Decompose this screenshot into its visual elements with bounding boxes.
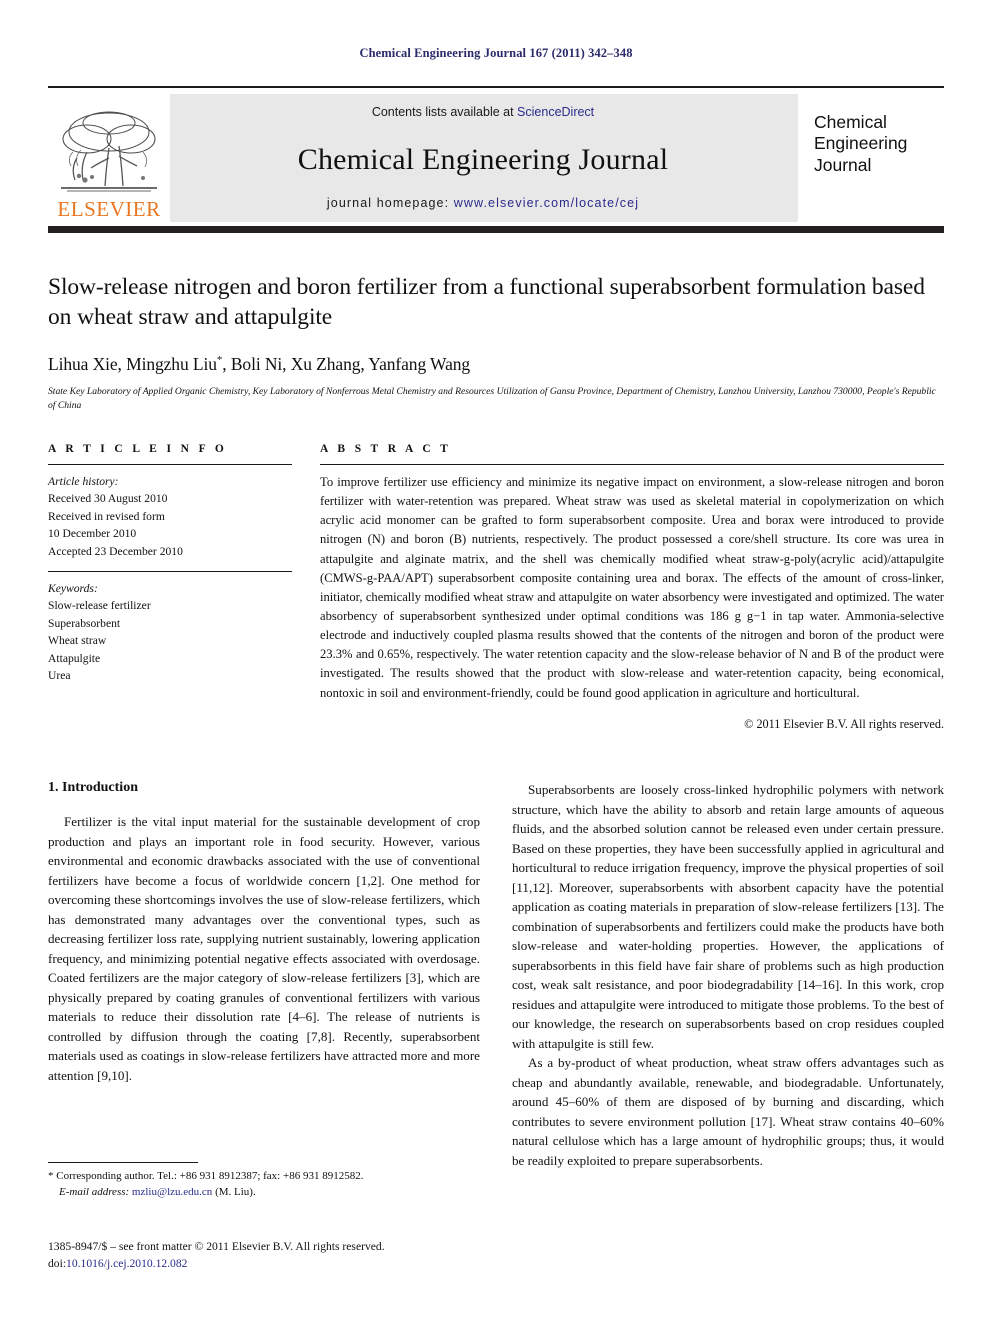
running-head: Chemical Engineering Journal 167 (2011) … xyxy=(359,46,633,60)
paragraph: Superabsorbents are loosely cross-linked… xyxy=(512,782,944,1051)
article-info-column: A R T I C L E I N F O Article history: R… xyxy=(48,443,292,732)
keyword-item: Attapulgite xyxy=(48,651,101,665)
journal-cover-thumbnail: Chemical Engineering Journal xyxy=(796,94,944,222)
email-link[interactable]: mzliu@lzu.edu.cn xyxy=(132,1186,212,1198)
copyright-line: © 2011 Elsevier B.V. All rights reserved… xyxy=(744,716,944,731)
contents-available-line: Contents lists available at ScienceDirec… xyxy=(372,105,594,119)
abstract-text: To improve fertilizer use efficiency and… xyxy=(320,475,944,700)
keyword-item: Slow-release fertilizer xyxy=(48,599,151,613)
doi-label: doi: xyxy=(48,1257,67,1271)
masthead-center-panel: Contents lists available at ScienceDirec… xyxy=(170,94,796,222)
doi-line: doi:10.1016/j.cej.2010.12.082 xyxy=(48,1255,568,1272)
elsevier-wordmark: ELSEVIER xyxy=(57,197,161,221)
issn-line: 1385-8947/$ – see front matter © 2011 El… xyxy=(48,1240,385,1253)
homepage-prefix: journal homepage: xyxy=(326,196,454,210)
journal-masthead: ELSEVIER Contents lists available at Sci… xyxy=(48,86,944,233)
author-list: Lihua Xie, Mingzhu Liu*, Boli Ni, Xu Zha… xyxy=(48,354,471,375)
keywords-group: Keywords: Slow-release fertilizer Supera… xyxy=(48,580,292,684)
paragraph: Fertilizer is the vital input material f… xyxy=(48,814,480,1083)
article-history: Article history: Received 30 August 2010… xyxy=(48,473,292,560)
elsevier-tree-icon xyxy=(57,106,161,198)
email-suffix: (M. Liu). xyxy=(215,1185,256,1198)
page-title: Slow-release nitrogen and boron fertiliz… xyxy=(48,274,925,331)
body-column-left: 1. Introduction Fertilizer is the vital … xyxy=(48,780,480,1170)
keywords-rule xyxy=(48,570,292,572)
body-columns: 1. Introduction Fertilizer is the vital … xyxy=(48,780,944,1170)
journal-homepage-line: journal homepage: www.elsevier.com/locat… xyxy=(327,196,639,210)
history-item: 10 December 2010 xyxy=(48,527,137,541)
masthead-bottom-rule xyxy=(48,226,944,233)
cover-title-line-2: Engineering xyxy=(814,133,908,154)
affiliation: State Key Laboratory of Applied Organic … xyxy=(48,386,936,412)
history-item: Received in revised form xyxy=(48,509,165,523)
article-page: Chemical Engineering Journal 167 (2011) … xyxy=(0,0,992,1323)
title-block: Slow-release nitrogen and boron fertiliz… xyxy=(48,272,944,413)
masthead-top-rule xyxy=(48,86,944,88)
info-abstract-row: A R T I C L E I N F O Article history: R… xyxy=(48,443,944,732)
sciencedirect-link[interactable]: ScienceDirect xyxy=(517,105,594,119)
body-column-right: Superabsorbents are loosely cross-linked… xyxy=(512,780,944,1170)
doi-link[interactable]: 10.1016/j.cej.2010.12.082 xyxy=(66,1257,187,1270)
article-info-heading: A R T I C L E I N F O xyxy=(48,443,228,455)
history-item: Accepted 23 December 2010 xyxy=(48,544,183,558)
keyword-item: Wheat straw xyxy=(48,634,107,648)
article-info-rule xyxy=(48,464,292,465)
elsevier-logo: ELSEVIER xyxy=(48,94,170,222)
keyword-item: Superabsorbent xyxy=(48,616,121,630)
section-heading-introduction: 1. Introduction xyxy=(48,780,138,795)
corresponding-author-footnote: * Corresponding author. Tel.: +86 931 89… xyxy=(48,1162,480,1201)
cover-title-line-1: Chemical xyxy=(814,112,887,132)
homepage-link[interactable]: www.elsevier.com/locate/cej xyxy=(454,196,639,210)
cover-title: Chemical Engineering Journal xyxy=(814,112,907,176)
footnote-rule xyxy=(48,1162,198,1163)
abstract-heading: A B S T R A C T xyxy=(320,443,452,455)
abstract-rule xyxy=(320,464,944,465)
keyword-item: Urea xyxy=(48,668,71,682)
contents-prefix: Contents lists available at xyxy=(371,105,518,119)
imprint-block: 1385-8947/$ – see front matter © 2011 El… xyxy=(48,1238,568,1273)
cover-title-line-3: Journal xyxy=(814,154,872,175)
abstract-column: A B S T R A C T To improve fertilizer us… xyxy=(320,443,944,732)
email-line: E-mail address: mzliu@lzu.edu.cn (M. Liu… xyxy=(48,1185,480,1201)
corresponding-author-line: * Corresponding author. Tel.: +86 931 89… xyxy=(48,1170,364,1182)
article-history-label: Article history: xyxy=(48,475,119,488)
paragraph: As a by-product of wheat production, whe… xyxy=(512,1055,944,1168)
email-label: E-mail address: xyxy=(59,1185,130,1198)
history-item: Received 30 August 2010 xyxy=(48,492,168,506)
journal-title: Chemical Engineering Journal xyxy=(297,142,669,176)
keywords-label: Keywords: xyxy=(48,581,98,595)
